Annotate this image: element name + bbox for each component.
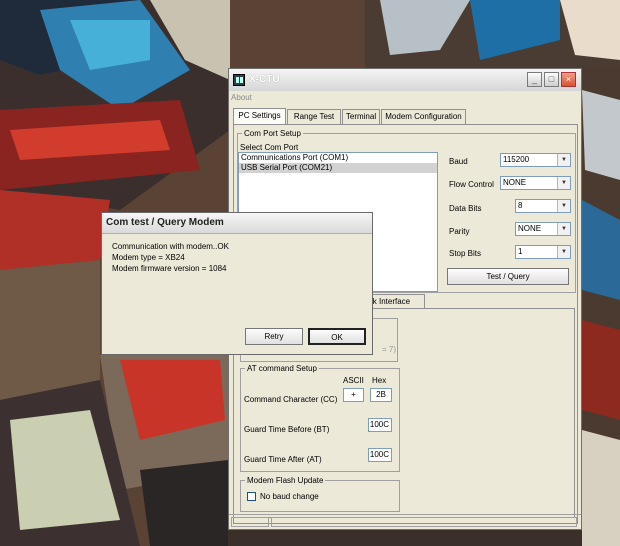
partial-hidden-label: = 7) <box>382 345 397 354</box>
chevron-down-icon[interactable]: ▼ <box>557 246 570 258</box>
flow-control-value: NONE <box>503 178 527 187</box>
tab-range-test[interactable]: Range Test <box>287 109 341 124</box>
status-pane <box>271 517 577 527</box>
command-character-label: Command Character (CC) <box>244 395 338 404</box>
data-bits-label: Data Bits <box>449 204 482 213</box>
com-test-dialog: Com test / Query Modem Communication wit… <box>101 212 373 355</box>
guard-time-after-label: Guard Time After (AT) <box>244 455 322 464</box>
tab-terminal[interactable]: Terminal <box>342 109 380 124</box>
minimize-button[interactable]: _ <box>527 72 542 87</box>
command-character-hex-field[interactable]: 2B <box>370 388 392 402</box>
guard-time-after-field[interactable]: 100C <box>368 448 392 462</box>
tab-pc-settings[interactable]: PC Settings <box>233 108 286 125</box>
data-bits-select[interactable]: 8 ▼ <box>515 199 571 213</box>
retry-button[interactable]: Retry <box>245 328 303 345</box>
test-query-button[interactable]: Test / Query <box>447 268 569 285</box>
select-com-port-label: Select Com Port <box>240 143 299 152</box>
status-bar <box>229 514 581 529</box>
tab-modem-configuration[interactable]: Modem Configuration <box>381 109 466 124</box>
dialog-message-line: Communication with modem..OK <box>112 242 229 251</box>
data-bits-value: 8 <box>518 201 523 210</box>
menu-bar: About <box>231 93 252 102</box>
hex-header: Hex <box>372 376 387 385</box>
parity-select[interactable]: NONE ▼ <box>515 222 571 236</box>
flow-control-select[interactable]: NONE ▼ <box>500 176 571 190</box>
dialog-message-line: Modem type = XB24 <box>112 253 185 262</box>
com-port-setup-legend: Com Port Setup <box>244 129 301 138</box>
ascii-header: ASCII <box>343 376 364 385</box>
baud-label: Baud <box>449 157 468 166</box>
dialog-message-line: Modem firmware version = 1084 <box>112 264 227 273</box>
flow-control-label: Flow Control <box>449 180 494 189</box>
com-port-item-com1[interactable]: Communications Port (COM1) <box>239 153 437 163</box>
chevron-down-icon[interactable]: ▼ <box>557 200 570 212</box>
stop-bits-select[interactable]: 1 ▼ <box>515 245 571 259</box>
window-title: X-CTU <box>249 74 280 85</box>
close-button[interactable]: × <box>561 72 576 87</box>
modem-flash-update-legend: Modem Flash Update <box>247 476 324 485</box>
xctu-app-icon <box>233 74 245 86</box>
command-character-ascii-field[interactable]: + <box>343 388 364 402</box>
parity-value: NONE <box>518 224 542 233</box>
menu-about[interactable]: About <box>231 93 252 102</box>
dialog-title: Com test / Query Modem <box>106 217 224 228</box>
status-pane <box>231 517 269 527</box>
chevron-down-icon[interactable]: ▼ <box>557 154 570 166</box>
no-baud-change-label: No baud change <box>260 492 319 501</box>
title-bar[interactable]: X-CTU _ □ × <box>229 69 581 91</box>
com-port-item-com21[interactable]: USB Serial Port (COM21) <box>239 163 437 173</box>
at-command-setup-legend: AT command Setup <box>247 364 317 373</box>
stop-bits-value: 1 <box>518 247 523 256</box>
chevron-down-icon[interactable]: ▼ <box>557 177 570 189</box>
guard-time-before-label: Guard Time Before (BT) <box>244 425 330 434</box>
chevron-down-icon[interactable]: ▼ <box>557 223 570 235</box>
dialog-title-bar[interactable]: Com test / Query Modem <box>102 213 372 234</box>
maximize-button[interactable]: □ <box>544 72 559 87</box>
stop-bits-label: Stop Bits <box>449 249 482 258</box>
baud-select[interactable]: 115200 ▼ <box>500 153 571 167</box>
guard-time-before-field[interactable]: 100C <box>368 418 392 432</box>
parity-label: Parity <box>449 227 470 236</box>
baud-value: 115200 <box>503 155 530 164</box>
no-baud-change-checkbox[interactable] <box>247 492 256 501</box>
ok-button[interactable]: OK <box>308 328 366 345</box>
